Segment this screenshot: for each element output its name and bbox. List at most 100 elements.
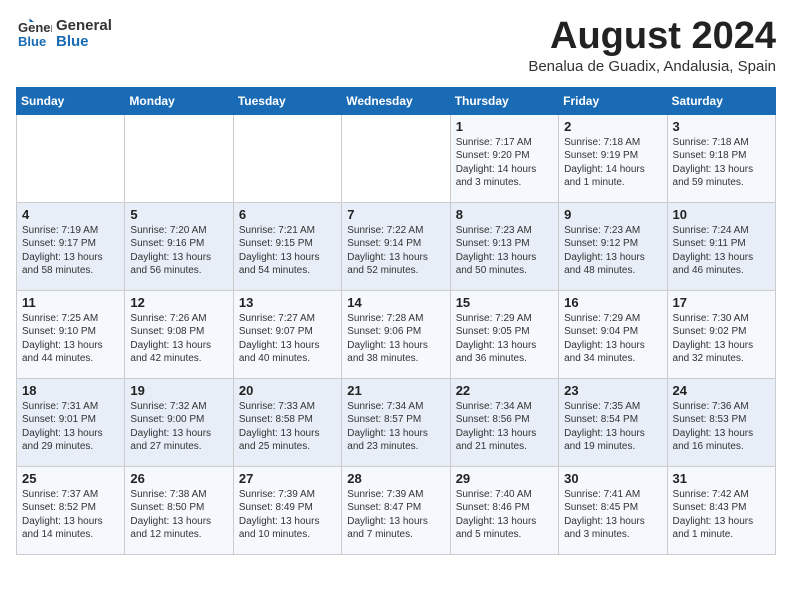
calendar-cell: 8Sunrise: 7:23 AM Sunset: 9:13 PM Daylig… — [450, 202, 558, 290]
day-info: Sunrise: 7:39 AM Sunset: 8:49 PM Dayligh… — [239, 488, 336, 542]
day-info: Sunrise: 7:42 AM Sunset: 8:43 PM Dayligh… — [673, 488, 770, 542]
calendar-cell: 2 Sunrise: 7:18 AM Sunset: 9:19 PM Daylig… — [559, 114, 667, 202]
day-number: 3 — [673, 119, 770, 134]
logo-general-text: General — [56, 18, 112, 35]
day-number: 31 — [673, 471, 770, 486]
calendar-cell: 22 Sunrise: 7:34 AM Sunset: 8:56 PM Dayli… — [450, 378, 558, 466]
day-number: 12 — [130, 295, 227, 310]
day-info: Sunrise: 7:20 AM Sunset: 9:16 PM Dayligh… — [130, 224, 227, 278]
day-info: Sunrise: 7:18 AM Sunset: 9:19 PM Dayligh… — [564, 136, 661, 190]
day-number: 27 — [239, 471, 336, 486]
calendar-cell: 6 Sunrise: 7:21 AM Sunset: 9:15 PM Daylig… — [233, 202, 341, 290]
week-row-4: 18Sunrise: 7:31 AM Sunset: 9:01 PM Dayli… — [17, 378, 776, 466]
day-number: 25 — [22, 471, 119, 486]
day-info: Sunrise: 7:34 AM Sunset: 8:57 PM Dayligh… — [347, 400, 444, 454]
day-number: 15 — [456, 295, 553, 310]
week-row-5: 25Sunrise: 7:37 AM Sunset: 8:52 PM Dayli… — [17, 466, 776, 554]
day-info: Sunrise: 7:34 AM Sunset: 8:56 PM Dayligh… — [456, 400, 553, 454]
calendar-cell: 19 Sunrise: 7:32 AM Sunset: 9:00 PM Dayli… — [125, 378, 233, 466]
day-number: 21 — [347, 383, 444, 398]
day-number: 11 — [22, 295, 119, 310]
day-info: Sunrise: 7:36 AM Sunset: 8:53 PM Dayligh… — [673, 400, 770, 454]
column-header-saturday: Saturday — [667, 87, 775, 114]
calendar-cell — [342, 114, 450, 202]
calendar-cell: 23 Sunrise: 7:35 AM Sunset: 8:54 PM Dayli… — [559, 378, 667, 466]
calendar-cell: 11Sunrise: 7:25 AM Sunset: 9:10 PM Dayli… — [17, 290, 125, 378]
day-info: Sunrise: 7:39 AM Sunset: 8:47 PM Dayligh… — [347, 488, 444, 542]
day-number: 6 — [239, 207, 336, 222]
logo-blue-text: Blue — [56, 34, 112, 51]
day-number: 19 — [130, 383, 227, 398]
day-number: 7 — [347, 207, 444, 222]
column-header-monday: Monday — [125, 87, 233, 114]
day-number: 13 — [239, 295, 336, 310]
calendar-cell: 4Sunrise: 7:19 AM Sunset: 9:17 PM Daylig… — [17, 202, 125, 290]
calendar-cell: 31 Sunrise: 7:42 AM Sunset: 8:43 PM Dayli… — [667, 466, 775, 554]
day-number: 22 — [456, 383, 553, 398]
calendar-table: SundayMondayTuesdayWednesdayThursdayFrid… — [16, 87, 776, 555]
page-header: General Blue General Blue August 2024 Be… — [16, 16, 776, 75]
calendar-cell: 24 Sunrise: 7:36 AM Sunset: 8:53 PM Dayli… — [667, 378, 775, 466]
week-row-1: 1Sunrise: 7:17 AM Sunset: 9:20 PM Daylig… — [17, 114, 776, 202]
calendar-cell: 13 Sunrise: 7:27 AM Sunset: 9:07 PM Dayli… — [233, 290, 341, 378]
location-subtitle: Benalua de Guadix, Andalusia, Spain — [528, 58, 776, 75]
day-info: Sunrise: 7:26 AM Sunset: 9:08 PM Dayligh… — [130, 312, 227, 366]
calendar-cell: 27 Sunrise: 7:39 AM Sunset: 8:49 PM Dayli… — [233, 466, 341, 554]
calendar-cell — [233, 114, 341, 202]
svg-text:Blue: Blue — [18, 34, 46, 49]
day-info: Sunrise: 7:40 AM Sunset: 8:46 PM Dayligh… — [456, 488, 553, 542]
logo-icon: General Blue — [16, 16, 52, 52]
day-number: 8 — [456, 207, 553, 222]
calendar-cell: 26Sunrise: 7:38 AM Sunset: 8:50 PM Dayli… — [125, 466, 233, 554]
day-number: 24 — [673, 383, 770, 398]
day-info: Sunrise: 7:29 AM Sunset: 9:04 PM Dayligh… — [564, 312, 661, 366]
day-info: Sunrise: 7:17 AM Sunset: 9:20 PM Dayligh… — [456, 136, 553, 190]
day-info: Sunrise: 7:27 AM Sunset: 9:07 PM Dayligh… — [239, 312, 336, 366]
column-header-friday: Friday — [559, 87, 667, 114]
day-info: Sunrise: 7:28 AM Sunset: 9:06 PM Dayligh… — [347, 312, 444, 366]
day-info: Sunrise: 7:22 AM Sunset: 9:14 PM Dayligh… — [347, 224, 444, 278]
logo: General Blue General Blue — [16, 16, 112, 52]
calendar-cell: 14Sunrise: 7:28 AM Sunset: 9:06 PM Dayli… — [342, 290, 450, 378]
calendar-cell: 5 Sunrise: 7:20 AM Sunset: 9:16 PM Daylig… — [125, 202, 233, 290]
calendar-cell: 15 Sunrise: 7:29 AM Sunset: 9:05 PM Dayli… — [450, 290, 558, 378]
day-info: Sunrise: 7:29 AM Sunset: 9:05 PM Dayligh… — [456, 312, 553, 366]
header-row: SundayMondayTuesdayWednesdayThursdayFrid… — [17, 87, 776, 114]
day-info: Sunrise: 7:19 AM Sunset: 9:17 PM Dayligh… — [22, 224, 119, 278]
day-info: Sunrise: 7:18 AM Sunset: 9:18 PM Dayligh… — [673, 136, 770, 190]
svg-text:General: General — [18, 20, 52, 35]
calendar-cell: 1Sunrise: 7:17 AM Sunset: 9:20 PM Daylig… — [450, 114, 558, 202]
day-number: 9 — [564, 207, 661, 222]
calendar-cell: 10Sunrise: 7:24 AM Sunset: 9:11 PM Dayli… — [667, 202, 775, 290]
calendar-cell: 20 Sunrise: 7:33 AM Sunset: 8:58 PM Dayli… — [233, 378, 341, 466]
calendar-cell: 28Sunrise: 7:39 AM Sunset: 8:47 PM Dayli… — [342, 466, 450, 554]
day-number: 30 — [564, 471, 661, 486]
day-number: 26 — [130, 471, 227, 486]
column-header-sunday: Sunday — [17, 87, 125, 114]
month-title: August 2024 — [528, 16, 776, 58]
day-number: 23 — [564, 383, 661, 398]
day-info: Sunrise: 7:30 AM Sunset: 9:02 PM Dayligh… — [673, 312, 770, 366]
calendar-cell: 29 Sunrise: 7:40 AM Sunset: 8:46 PM Dayli… — [450, 466, 558, 554]
calendar-cell: 25Sunrise: 7:37 AM Sunset: 8:52 PM Dayli… — [17, 466, 125, 554]
day-number: 29 — [456, 471, 553, 486]
calendar-cell: 3 Sunrise: 7:18 AM Sunset: 9:18 PM Daylig… — [667, 114, 775, 202]
day-number: 17 — [673, 295, 770, 310]
week-row-3: 11Sunrise: 7:25 AM Sunset: 9:10 PM Dayli… — [17, 290, 776, 378]
day-info: Sunrise: 7:32 AM Sunset: 9:00 PM Dayligh… — [130, 400, 227, 454]
day-info: Sunrise: 7:35 AM Sunset: 8:54 PM Dayligh… — [564, 400, 661, 454]
day-number: 20 — [239, 383, 336, 398]
calendar-cell: 17 Sunrise: 7:30 AM Sunset: 9:02 PM Dayli… — [667, 290, 775, 378]
calendar-cell — [17, 114, 125, 202]
day-number: 16 — [564, 295, 661, 310]
day-number: 5 — [130, 207, 227, 222]
day-info: Sunrise: 7:21 AM Sunset: 9:15 PM Dayligh… — [239, 224, 336, 278]
day-info: Sunrise: 7:23 AM Sunset: 9:12 PM Dayligh… — [564, 224, 661, 278]
calendar-cell: 21 Sunrise: 7:34 AM Sunset: 8:57 PM Dayli… — [342, 378, 450, 466]
calendar-cell: 12 Sunrise: 7:26 AM Sunset: 9:08 PM Dayli… — [125, 290, 233, 378]
calendar-header: SundayMondayTuesdayWednesdayThursdayFrid… — [17, 87, 776, 114]
column-header-wednesday: Wednesday — [342, 87, 450, 114]
day-info: Sunrise: 7:33 AM Sunset: 8:58 PM Dayligh… — [239, 400, 336, 454]
calendar-cell: 16 Sunrise: 7:29 AM Sunset: 9:04 PM Dayli… — [559, 290, 667, 378]
day-number: 2 — [564, 119, 661, 134]
